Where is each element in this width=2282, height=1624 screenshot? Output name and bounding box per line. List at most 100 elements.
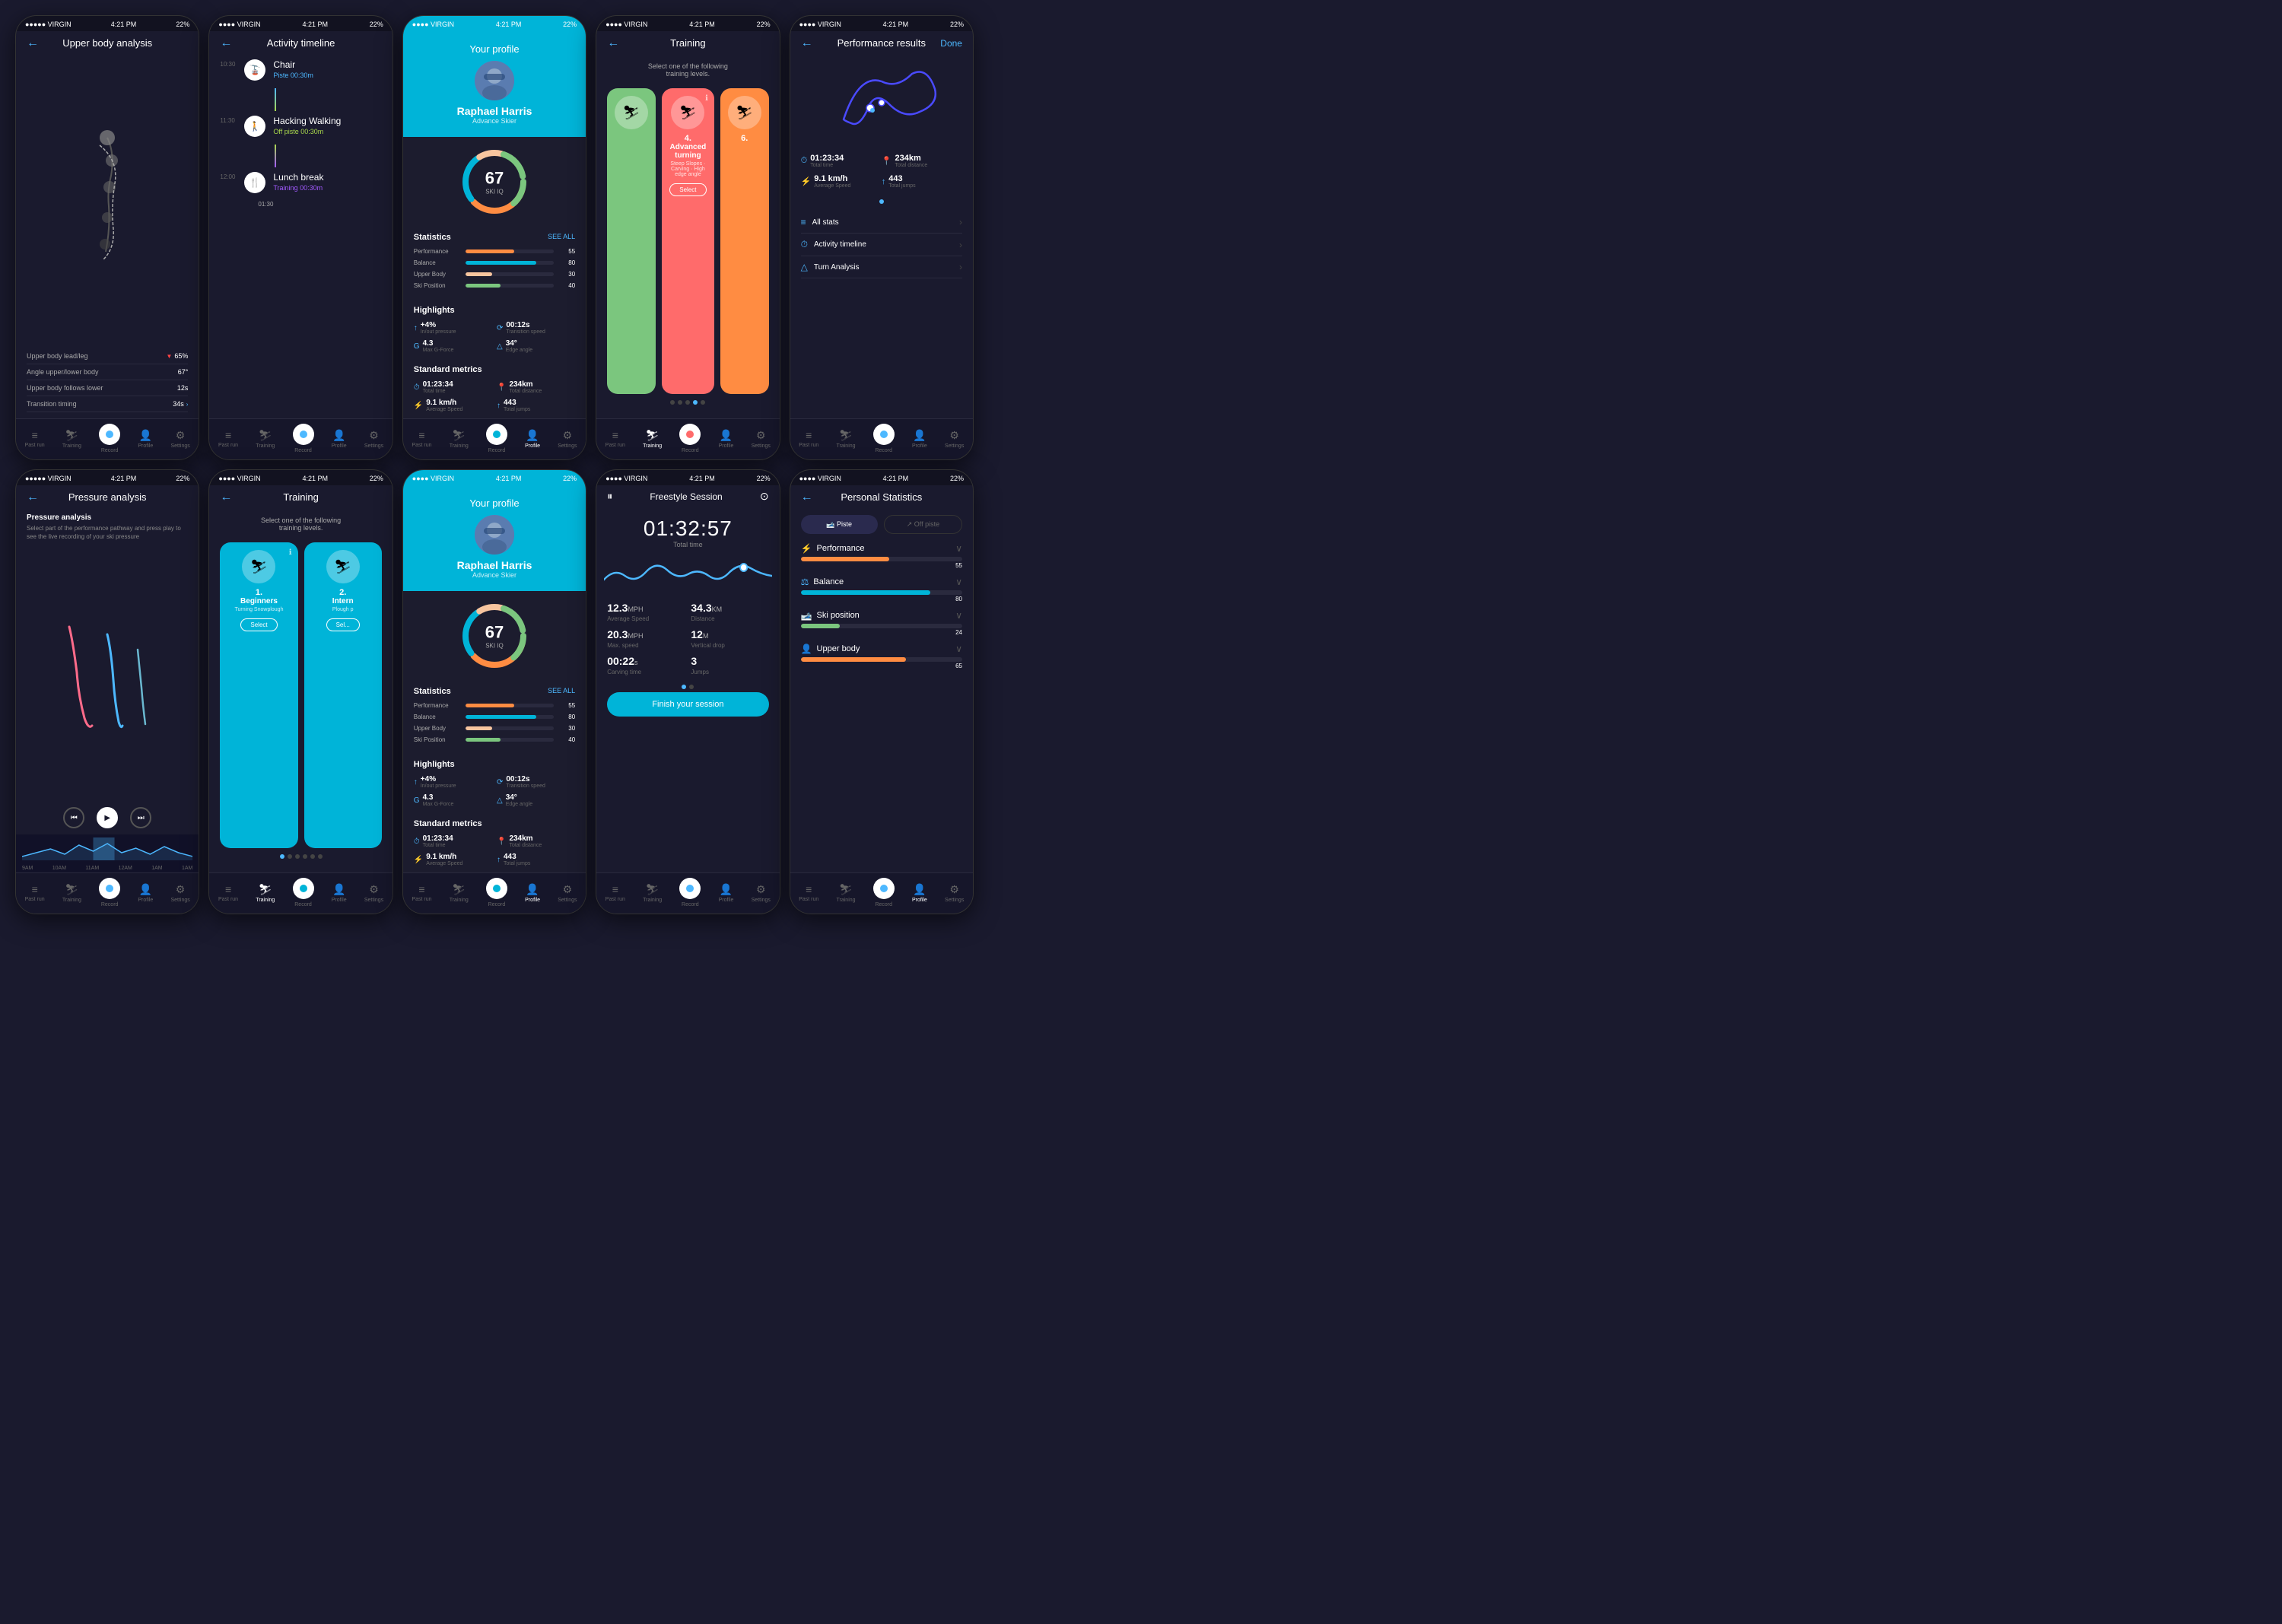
rewind-button[interactable]: ⏮ bbox=[63, 807, 84, 828]
timeline-graph[interactable]: 9AM 10AM 11AM 12AM 1AM 1AM bbox=[16, 834, 199, 872]
training-card-intern[interactable]: ⛷ 2. Intern Plough p Sel... bbox=[304, 542, 382, 848]
tab-training-6[interactable]: ⛷Training bbox=[62, 883, 81, 903]
tab-past-run-5[interactable]: ≡Past run bbox=[799, 429, 818, 448]
phone-personal-statistics: ●●●● VIRGIN 4:21 PM 22% ← Personal Stati… bbox=[790, 469, 974, 914]
tab-settings-3[interactable]: ⚙Settings bbox=[558, 429, 577, 449]
spine-svg bbox=[77, 130, 138, 267]
tab-past-run-4[interactable]: ≡Past run bbox=[605, 429, 625, 448]
tab-training-10[interactable]: ⛷Training bbox=[837, 883, 856, 903]
past-run-icon-1: ≡ bbox=[32, 429, 38, 441]
battery-6: 22% bbox=[176, 475, 189, 482]
tab-past-run-9[interactable]: ≡Past run bbox=[605, 883, 625, 902]
tab-rec-8[interactable]: Record bbox=[486, 878, 507, 907]
training-icon-10: ⛷ bbox=[839, 883, 853, 896]
ps-bal-arrow[interactable]: ∨ bbox=[955, 577, 962, 587]
back-button-7[interactable]: ← bbox=[220, 491, 232, 504]
tab-past-run-2[interactable]: ≡ Past run bbox=[218, 429, 238, 448]
offpiste-toggle-button[interactable]: ↗ Off piste bbox=[884, 515, 962, 534]
tab-past-run-7[interactable]: ≡Past run bbox=[218, 883, 238, 902]
stat-bar-bg-bal bbox=[466, 261, 554, 265]
tab-profile-3[interactable]: 👤Profile bbox=[525, 429, 540, 449]
tab-record-1[interactable]: Record bbox=[99, 424, 120, 453]
ps-ub-arrow[interactable]: ∨ bbox=[955, 644, 962, 654]
tab-record-2[interactable]: Record bbox=[293, 424, 314, 453]
tab-profile-5[interactable]: 👤Profile bbox=[912, 429, 927, 449]
tab-training-3[interactable]: ⛷Training bbox=[450, 429, 469, 449]
tab-training-1[interactable]: ⛷ Training bbox=[62, 429, 81, 449]
stat-bar-bg-perf bbox=[466, 249, 554, 253]
back-button-4[interactable]: ← bbox=[607, 37, 619, 50]
tab-profile-9[interactable]: 👤Profile bbox=[719, 883, 734, 903]
see-all-button[interactable]: SEE ALL bbox=[548, 233, 575, 242]
tab-record-7[interactable]: Record bbox=[293, 878, 314, 907]
tab-profile-4[interactable]: 👤Profile bbox=[719, 429, 734, 449]
select-button-intern[interactable]: Sel... bbox=[326, 618, 360, 631]
tab-record-4[interactable]: Record bbox=[679, 424, 701, 453]
tab-set-8[interactable]: ⚙Settings bbox=[558, 883, 577, 903]
ps-sp-arrow[interactable]: ∨ bbox=[955, 610, 962, 621]
tab-record-10[interactable]: Record bbox=[873, 878, 895, 907]
tab-past-run-1[interactable]: ≡ Past run bbox=[25, 429, 45, 448]
tab-profile-10[interactable]: 👤Profile bbox=[912, 883, 927, 903]
training-card-advanced[interactable]: ℹ ⛷ 4. Advanced turning Steep Slopes · C… bbox=[662, 88, 714, 394]
highlights-section: Highlights ↑ +4%In/out pressure ⟳ 00:12s… bbox=[403, 300, 586, 359]
timeline-item-chair: 10:30 🚡 Chair Piste 00:30m bbox=[220, 59, 381, 81]
training-card-beginners[interactable]: ℹ ⛷ 1. Beginners Turning Snowplough Sele… bbox=[220, 542, 297, 848]
tab-pr-8[interactable]: ≡Past run bbox=[412, 883, 431, 902]
timeline-label-11am: 11AM bbox=[85, 866, 99, 871]
tab-training-9[interactable]: ⛷Training bbox=[643, 883, 662, 903]
tab-training-7[interactable]: ⛷Training bbox=[256, 883, 275, 903]
tab-bar-6: ≡Past run ⛷Training Record 👤Profile ⚙Set… bbox=[16, 872, 199, 914]
tab-record-3[interactable]: Record bbox=[486, 424, 507, 453]
profile-sub-8: Advance Skier bbox=[472, 571, 516, 579]
tab-training-5[interactable]: ⛷Training bbox=[837, 429, 856, 449]
tab-past-run-3[interactable]: ≡Past run bbox=[412, 429, 431, 448]
highlights-grid: ↑ +4%In/out pressure ⟳ 00:12sTransition … bbox=[414, 321, 575, 353]
tab-training-4[interactable]: ⛷Training bbox=[643, 429, 662, 449]
session-settings-icon[interactable]: ⊙ bbox=[760, 490, 769, 503]
tab-profile-7[interactable]: 👤Profile bbox=[332, 883, 347, 903]
tab-settings-10[interactable]: ⚙Settings bbox=[945, 883, 964, 903]
see-all-8[interactable]: SEE ALL bbox=[548, 687, 575, 696]
perf-link-allstats[interactable]: ≡ All stats › bbox=[801, 211, 962, 234]
tab-settings-1[interactable]: ⚙ Settings bbox=[170, 429, 189, 449]
tab-prof-8[interactable]: 👤Profile bbox=[525, 883, 540, 903]
tab-record-9[interactable]: Record bbox=[679, 878, 701, 907]
std-v3-8: 9.1 km/h bbox=[426, 853, 462, 861]
tab-record-6[interactable]: Record bbox=[99, 878, 120, 907]
tab-past-run-6[interactable]: ≡Past run bbox=[25, 883, 45, 902]
ps-perf-arrow[interactable]: ∨ bbox=[955, 543, 962, 554]
tab-settings-9[interactable]: ⚙Settings bbox=[752, 883, 771, 903]
tab-profile-2[interactable]: 👤 Profile bbox=[332, 429, 347, 449]
phone-profile-big: ●●●● VIRGIN 4:21 PM 22% Your profile Rap… bbox=[402, 469, 586, 914]
back-button-1[interactable]: ← bbox=[27, 37, 39, 50]
tab-tr-8[interactable]: ⛷Training bbox=[450, 883, 469, 903]
select-button-advanced[interactable]: Select bbox=[669, 183, 706, 196]
perf-link-turn[interactable]: △ Turn Analysis › bbox=[801, 256, 962, 278]
tab-settings-4[interactable]: ⚙Settings bbox=[752, 429, 771, 449]
back-button-5[interactable]: ← bbox=[801, 37, 813, 50]
stat-performance: Performance 55 bbox=[414, 248, 575, 255]
back-button-2[interactable]: ← bbox=[220, 37, 232, 50]
back-button-6[interactable]: ← bbox=[27, 491, 39, 504]
tab-training-2[interactable]: ⛷ Training bbox=[256, 429, 275, 449]
finish-session-button[interactable]: Finish your session bbox=[607, 692, 768, 717]
fastforward-button[interactable]: ⏭ bbox=[130, 807, 151, 828]
past-run-icon-9: ≡ bbox=[612, 883, 618, 895]
tab-settings-7[interactable]: ⚙Settings bbox=[364, 883, 383, 903]
tab-profile-6[interactable]: 👤Profile bbox=[138, 883, 153, 903]
done-button-5[interactable]: Done bbox=[940, 38, 962, 49]
tab-settings-5[interactable]: ⚙Settings bbox=[945, 429, 964, 449]
piste-toggle-button[interactable]: 🎿 Piste bbox=[801, 515, 878, 534]
pause-icon[interactable]: ⏸ bbox=[607, 490, 612, 503]
play-button[interactable]: ▶ bbox=[97, 807, 118, 828]
select-button-beginners[interactable]: Select bbox=[240, 618, 277, 631]
perf-link-timeline[interactable]: ⏱ Activity timeline › bbox=[801, 234, 962, 256]
tab-settings-2[interactable]: ⚙ Settings bbox=[364, 429, 383, 449]
sess-dist-label: Distance bbox=[691, 615, 768, 622]
tab-past-run-10[interactable]: ≡Past run bbox=[799, 883, 818, 902]
tab-settings-6[interactable]: ⚙Settings bbox=[170, 883, 189, 903]
tab-record-5[interactable]: Record bbox=[873, 424, 895, 453]
back-button-10[interactable]: ← bbox=[801, 491, 813, 504]
tab-profile-1[interactable]: 👤 Profile bbox=[138, 429, 153, 449]
